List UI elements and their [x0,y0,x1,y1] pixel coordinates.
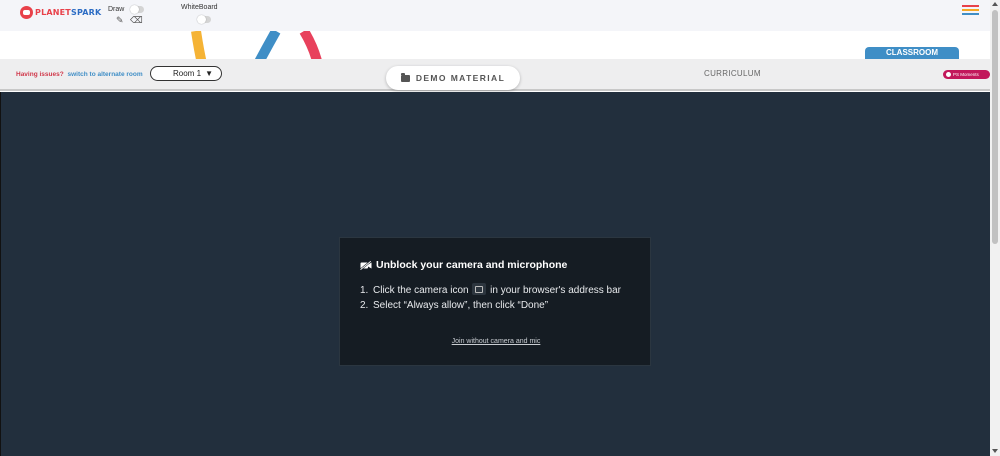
step-2-text: Select “Always allow”, then click “Done” [373,300,549,311]
demo-material-button[interactable]: DEMO MATERIAL [386,66,520,90]
pencil-icon[interactable]: ✎ [116,16,124,25]
tab-curriculum[interactable]: CURRICULUM [704,69,761,78]
step-1: 1. Click the camera icon in your browser… [360,283,650,298]
ps-moments-button[interactable]: PS Moments [943,70,990,79]
step-1-number: 1. [360,285,369,296]
dialog-title: Unblock your camera and microphone [360,259,567,271]
camera-icon [472,283,487,295]
scroll-up-icon[interactable] [992,2,998,6]
draw-label: Draw [108,6,125,13]
camera-off-icon [360,260,372,270]
page-scrollbar[interactable] [990,0,1000,456]
eraser-icon[interactable]: ⌫ [130,16,143,25]
step-2-number: 2. [360,300,369,311]
join-without-camera-link[interactable]: Join without camera and mic [340,338,652,345]
tab-classroom[interactable]: CLASSROOM [865,47,959,64]
draw-toggle[interactable] [130,5,144,14]
whiteboard-label: WhiteBoard [181,4,218,11]
logo-mascot-icon [20,6,33,19]
room-select[interactable]: Room 1 ▼ [150,66,222,81]
folder-icon [400,72,410,82]
top-toolbar: PLANETSPARK Draw ✎ ⌫ WhiteBoard [0,0,990,31]
ps-moments-label: PS Moments [953,72,979,77]
issues-text: Having issues? [16,71,64,78]
alternate-room-link[interactable]: switch to alternate room [68,71,143,78]
whiteboard-toggle[interactable] [197,15,211,24]
menu-icon[interactable] [962,5,979,16]
camera-permission-dialog: Unblock your camera and microphone 1. Cl… [339,237,651,366]
scrollbar-thumb[interactable] [992,10,998,244]
logo-text-spark: SPARK [70,8,102,17]
issues-notice: Having issues? switch to alternate room [16,71,143,78]
step-1-text-a: Click the camera icon [373,285,469,296]
demo-material-label: DEMO MATERIAL [415,73,506,83]
camera-dot-icon [946,72,951,77]
logo-text-planet: PLANET [35,8,71,17]
app-page: PLANETSPARK Draw ✎ ⌫ WhiteBoard CLASSROO… [0,0,1000,456]
room-bar: Having issues? switch to alternate room … [0,59,990,91]
instruction-steps: 1. Click the camera icon in your browser… [360,283,650,313]
room-select-value: Room 1 [173,69,202,78]
caret-down-icon: ▼ [205,69,213,78]
planetspark-logo[interactable]: PLANETSPARK [20,6,101,19]
step-2: 2. Select “Always allow”, then click “Do… [360,298,650,313]
scroll-down-icon[interactable] [992,449,998,453]
step-1-text-b: in your browser's address bar [490,285,622,296]
dialog-title-text: Unblock your camera and microphone [376,259,568,271]
